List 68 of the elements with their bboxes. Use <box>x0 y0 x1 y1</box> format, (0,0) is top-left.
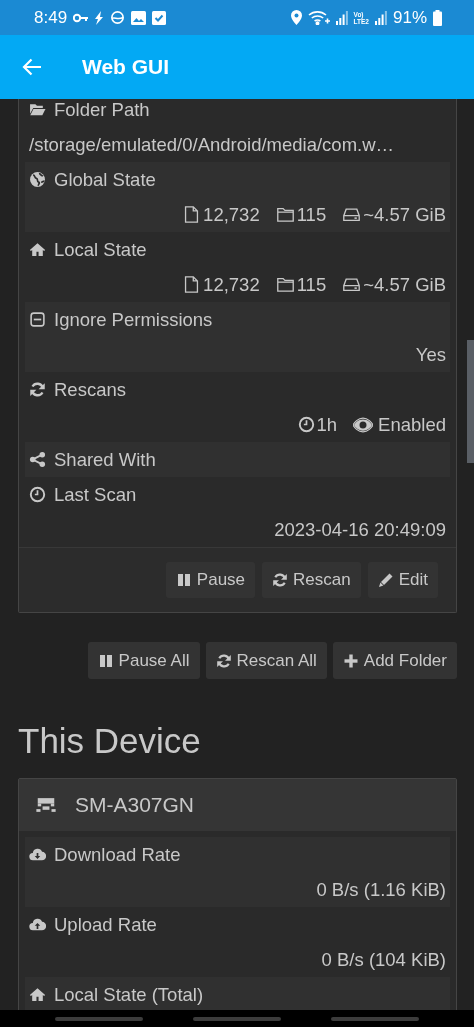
rescan-interval: 1h <box>316 413 338 436</box>
add-folder-button[interactable]: Add Folder <box>332 642 457 679</box>
home-icon <box>29 241 46 258</box>
cloud-download-icon <box>29 846 46 863</box>
file-count: 12,732 <box>203 273 260 296</box>
signal-icon <box>374 10 387 25</box>
field-label: Local State (Total) <box>54 983 204 1006</box>
device-name: SM-A307GN <box>75 793 195 817</box>
folder-icon <box>29 101 46 118</box>
folder-icon <box>275 275 295 294</box>
rescan-button[interactable]: Rescan All <box>205 642 327 679</box>
battery-icon <box>433 9 442 26</box>
image-icon <box>131 10 147 25</box>
watcher-status: Enabled <box>378 413 446 436</box>
field-label: Rescans <box>54 378 126 401</box>
field-value: 2023-04-16 20:49:09 <box>274 518 446 541</box>
nav-handle[interactable] <box>331 1016 419 1021</box>
scrollbar-thumb[interactable] <box>467 340 474 463</box>
bolt-icon <box>94 10 105 25</box>
refresh-icon <box>272 572 289 588</box>
globe-icon <box>110 10 126 25</box>
field-label: Local State <box>54 238 147 261</box>
folder-count: 115 <box>296 273 327 296</box>
home-icon <box>29 986 46 1003</box>
field-label: Ignore Permissions <box>54 308 213 331</box>
section-heading: This Device <box>18 720 202 762</box>
folder-icon <box>275 205 295 224</box>
field-label: Upload Rate <box>54 913 157 936</box>
field-label: Download Rate <box>54 843 181 866</box>
nav-handle[interactable] <box>193 1016 281 1021</box>
field-value: 0 B/s (1.16 KiB) <box>316 878 446 901</box>
plus-icon <box>342 652 359 669</box>
globe-icon <box>29 171 46 188</box>
pause-icon <box>175 572 192 588</box>
share-icon <box>29 451 46 468</box>
pause-icon <box>97 652 114 669</box>
clock-time: 8:49 <box>34 7 68 28</box>
clock-icon <box>29 486 46 503</box>
field-label: Shared With <box>54 448 156 471</box>
edit-button[interactable]: Edit <box>367 562 438 598</box>
pencil-icon <box>377 572 394 588</box>
size-value: ~4.57 GiB <box>363 203 446 226</box>
location-icon <box>290 10 302 25</box>
folder-path: /storage/emulated/0/Android/media/com.w… <box>29 133 395 156</box>
checkbox-icon <box>152 10 167 25</box>
folder-count: 115 <box>296 203 327 226</box>
nav-handle[interactable] <box>55 1016 143 1021</box>
cloud-upload-icon <box>29 916 46 933</box>
key-icon <box>73 12 89 23</box>
refresh-icon <box>29 381 46 398</box>
field-value: Yes <box>415 343 446 366</box>
rescan-button[interactable]: Rescan <box>262 562 361 598</box>
field-value: 0 B/s (104 KiB) <box>321 948 446 971</box>
battery-percent: 91% <box>392 7 427 28</box>
pause-button[interactable]: Pause <box>165 562 256 598</box>
app-title: Web GUI <box>82 55 170 79</box>
field-label: Folder Path <box>54 99 150 121</box>
field-label: Global State <box>54 168 156 191</box>
refresh-icon <box>215 652 232 669</box>
pause-button[interactable]: Pause All <box>87 642 200 679</box>
file-count: 12,732 <box>203 203 260 226</box>
field-label: Last Scan <box>54 483 137 506</box>
wifi-icon <box>307 10 330 25</box>
clock-icon <box>297 416 315 433</box>
signal-icon <box>335 10 348 25</box>
size-value: ~4.57 GiB <box>363 273 446 296</box>
minus-square-icon <box>29 311 46 328</box>
back-icon[interactable] <box>22 58 42 76</box>
